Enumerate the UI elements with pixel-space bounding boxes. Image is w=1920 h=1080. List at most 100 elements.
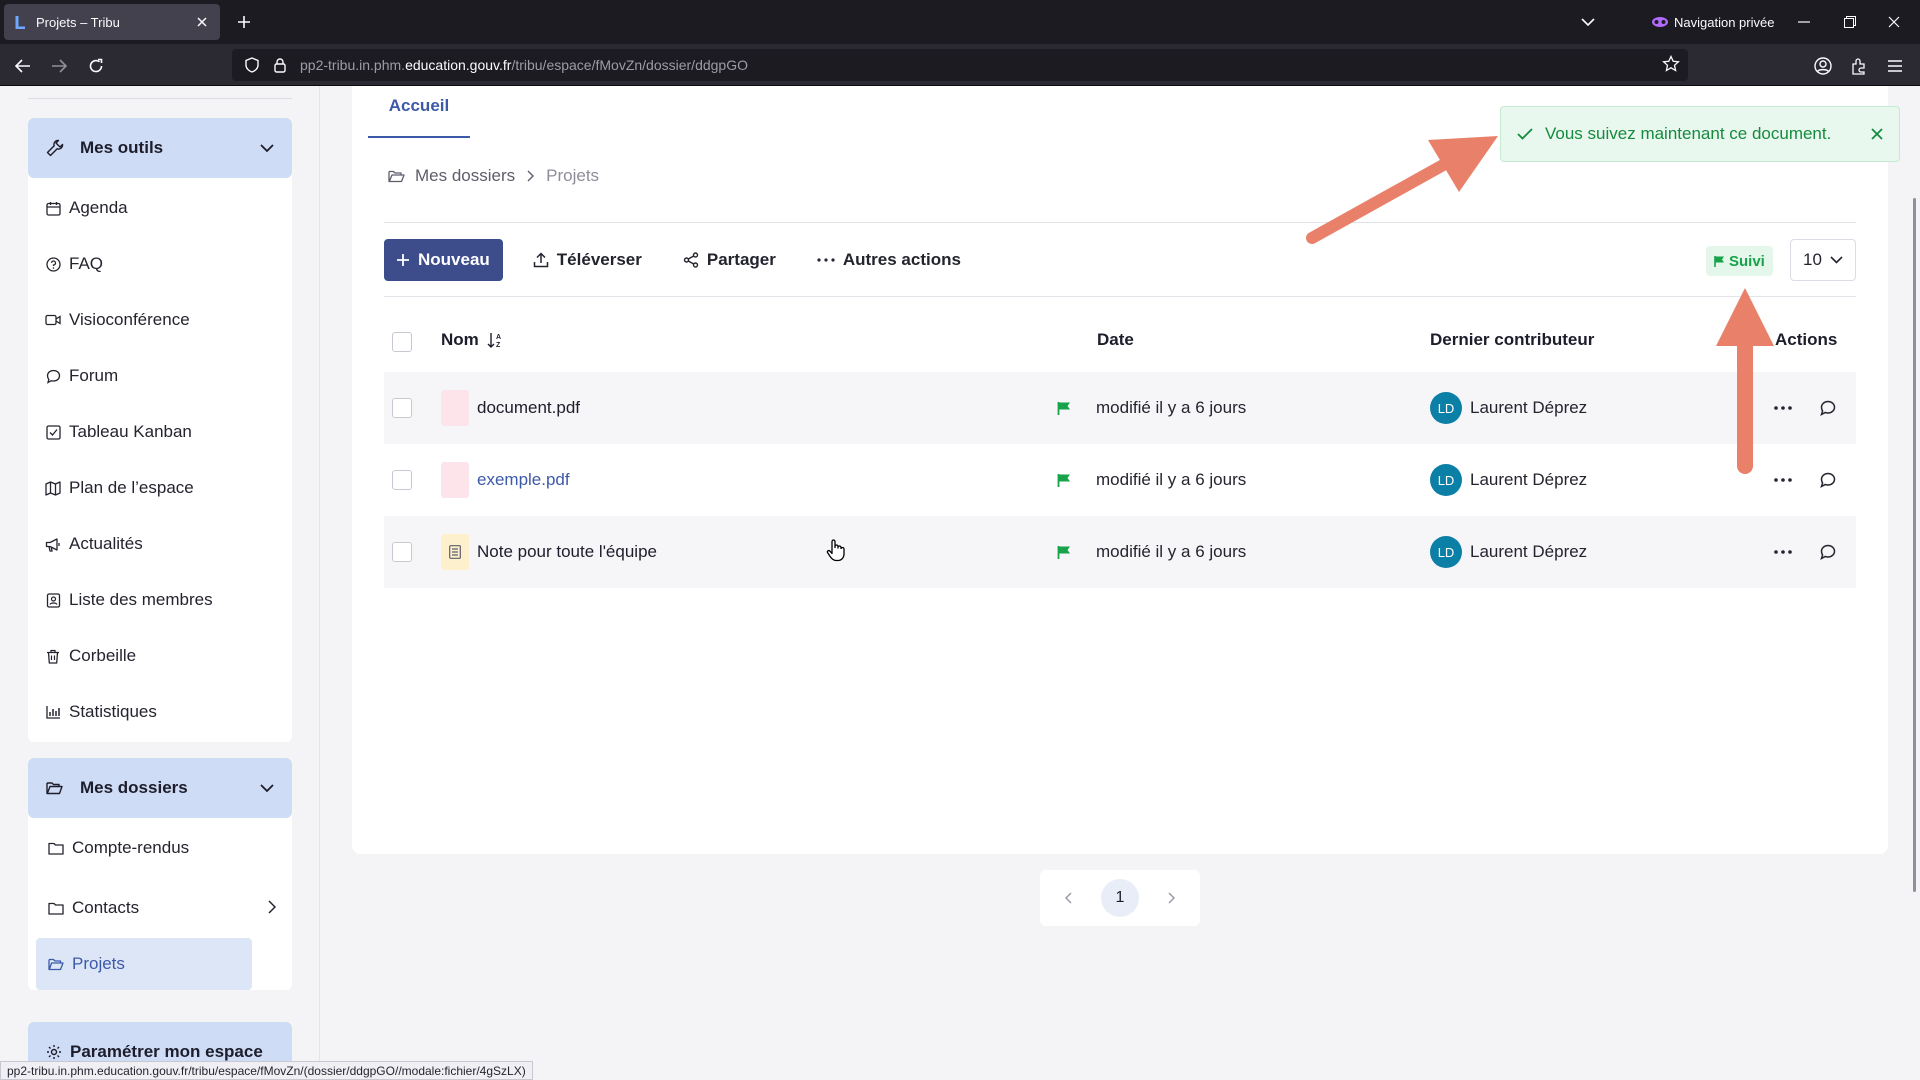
sidebar-item-forum[interactable]: Forum: [28, 348, 292, 404]
comment-icon[interactable]: [1820, 516, 1836, 588]
table-row[interactable]: document.pdf modifié il y a 6 jours LD L…: [384, 372, 1856, 444]
more-dots-icon[interactable]: [1774, 516, 1792, 588]
contributor-name: Laurent Déprez: [1470, 470, 1588, 489]
trash-icon: [45, 648, 61, 664]
private-label: Navigation privée: [1674, 14, 1775, 30]
row-checkbox[interactable]: [392, 542, 412, 562]
restore-icon[interactable]: [1836, 8, 1864, 36]
status-bar-url: pp2-tribu.in.phm.education.gouv.fr/tribu…: [0, 1061, 533, 1080]
sidebar-folder-compte-rendus[interactable]: Compte-rendus: [28, 818, 292, 878]
browser-nav-bar: pp2-tribu.in.phm.education.gouv.fr/tribu…: [0, 44, 1920, 86]
url-text: pp2-tribu.in.phm.education.gouv.fr/tribu…: [300, 57, 748, 73]
file-name[interactable]: document.pdf: [477, 398, 580, 418]
svg-text:Z: Z: [496, 342, 501, 348]
share-button[interactable]: Partager: [683, 250, 776, 270]
wrench-icon: [46, 139, 66, 157]
address-bar[interactable]: pp2-tribu.in.phm.education.gouv.fr/tribu…: [232, 49, 1688, 81]
extensions-icon[interactable]: [1846, 53, 1872, 79]
help-circle-icon: [45, 256, 61, 272]
tab-close-icon[interactable]: [194, 14, 210, 30]
more-dots-icon[interactable]: [1774, 444, 1792, 516]
hand-cursor-icon: [826, 538, 846, 562]
folder-icon: [48, 842, 64, 855]
new-button[interactable]: Nouveau: [384, 239, 503, 281]
sidebar-item-label: Liste des membres: [69, 590, 213, 609]
followed-filter-badge[interactable]: Suivi: [1706, 246, 1773, 276]
tools-header[interactable]: Mes outils: [28, 118, 292, 178]
tools-card: Mes outils Agenda FAQ Visioconférence Fo: [28, 118, 292, 742]
select-all-checkbox[interactable]: [392, 332, 412, 352]
close-window-icon[interactable]: [1880, 8, 1908, 36]
table-row[interactable]: exemple.pdf modifié il y a 6 jours LD La…: [384, 444, 1856, 516]
calendar-icon: [45, 200, 61, 216]
sidebar-item-plan[interactable]: Plan de l’espace: [28, 460, 292, 516]
breadcrumb-root[interactable]: Mes dossiers: [415, 166, 515, 186]
avatar: LD: [1430, 464, 1462, 496]
followed-flag-icon: [1057, 372, 1071, 444]
folders-header[interactable]: Mes dossiers: [28, 758, 292, 818]
tracking-shield-icon[interactable]: [240, 57, 264, 73]
back-arrow-icon[interactable]: [10, 53, 36, 79]
sidebar-item-corbeille[interactable]: Corbeille: [28, 628, 292, 684]
forward-arrow-icon[interactable]: [46, 53, 72, 79]
list-tabs-chevron-icon[interactable]: [1576, 12, 1600, 32]
chevron-right-icon[interactable]: [268, 900, 276, 914]
row-checkbox[interactable]: [392, 470, 412, 490]
sidebar-item-label: Actualités: [69, 534, 143, 553]
share-label: Partager: [706, 250, 776, 269]
comment-icon[interactable]: [1820, 372, 1836, 444]
map-icon: [45, 480, 61, 496]
file-name[interactable]: exemple.pdf: [477, 470, 570, 490]
sidebar-item-label: Tableau Kanban: [69, 422, 192, 441]
page-scrollbar[interactable]: [1908, 86, 1920, 1080]
video-icon: [45, 312, 61, 328]
more-dots-icon[interactable]: [1774, 372, 1792, 444]
sidebar-item-membres[interactable]: Liste des membres: [28, 572, 292, 628]
close-icon[interactable]: [1871, 128, 1883, 140]
more-actions-button[interactable]: Autres actions: [817, 250, 961, 270]
menu-hamburger-icon[interactable]: [1882, 53, 1908, 79]
browser-tab[interactable]: Projets – Tribu: [4, 4, 220, 40]
chevron-left-icon[interactable]: [1064, 892, 1072, 904]
followed-flag-icon: [1057, 444, 1071, 516]
breadcrumb-current: Projets: [546, 166, 600, 185]
per-page-value: 10: [1803, 250, 1822, 269]
account-icon[interactable]: [1810, 53, 1836, 79]
upload-button[interactable]: Téléverser: [533, 250, 642, 270]
sidebar-item-kanban[interactable]: Tableau Kanban: [28, 404, 292, 460]
toolbar: Nouveau Téléverser Partager Autres actio…: [384, 239, 961, 281]
divider: [384, 296, 1856, 297]
sidebar-item-actualites[interactable]: Actualités: [28, 516, 292, 572]
per-page-select[interactable]: 10: [1790, 239, 1856, 281]
minimize-icon[interactable]: [1790, 8, 1818, 36]
new-tab-icon[interactable]: [232, 10, 256, 34]
column-name[interactable]: Nom AZ: [441, 330, 503, 350]
lock-icon[interactable]: [268, 57, 292, 73]
sidebar-item-agenda[interactable]: Agenda: [28, 180, 292, 236]
file-date: modifié il y a 6 jours: [1096, 398, 1247, 417]
sort-icon[interactable]: AZ: [487, 332, 503, 348]
sidebar-item-label: Forum: [69, 366, 119, 385]
sidebar-item-label: Statistiques: [69, 702, 157, 721]
sidebar-folder-contacts[interactable]: Contacts: [28, 878, 292, 938]
row-checkbox[interactable]: [392, 398, 412, 418]
comment-icon[interactable]: [1820, 444, 1836, 516]
scrollbar-thumb[interactable]: [1913, 198, 1916, 892]
table-row[interactable]: Note pour toute l'équipe modifié il y a …: [384, 516, 1856, 588]
sidebar-item-faq[interactable]: FAQ: [28, 236, 292, 292]
sidebar-folder-projets[interactable]: Projets: [36, 938, 252, 990]
page-number[interactable]: 1: [1100, 879, 1139, 917]
flag-icon: [1714, 255, 1725, 267]
sidebar-item-statistiques[interactable]: Statistiques: [28, 684, 292, 740]
bookmark-star-icon[interactable]: [1662, 55, 1680, 73]
more-dots-icon: [817, 258, 835, 262]
reload-icon[interactable]: [83, 53, 109, 79]
file-name[interactable]: Note pour toute l'équipe: [477, 542, 657, 562]
pagination: 1: [1040, 870, 1200, 926]
tab-accueil[interactable]: Accueil: [368, 94, 470, 138]
tools-header-label: Mes outils: [80, 138, 164, 157]
column-date[interactable]: Date: [1097, 330, 1134, 350]
chevron-right-icon[interactable]: [1168, 892, 1176, 904]
sidebar-item-visio[interactable]: Visioconférence: [28, 292, 292, 348]
column-contributor[interactable]: Dernier contributeur: [1430, 330, 1594, 350]
